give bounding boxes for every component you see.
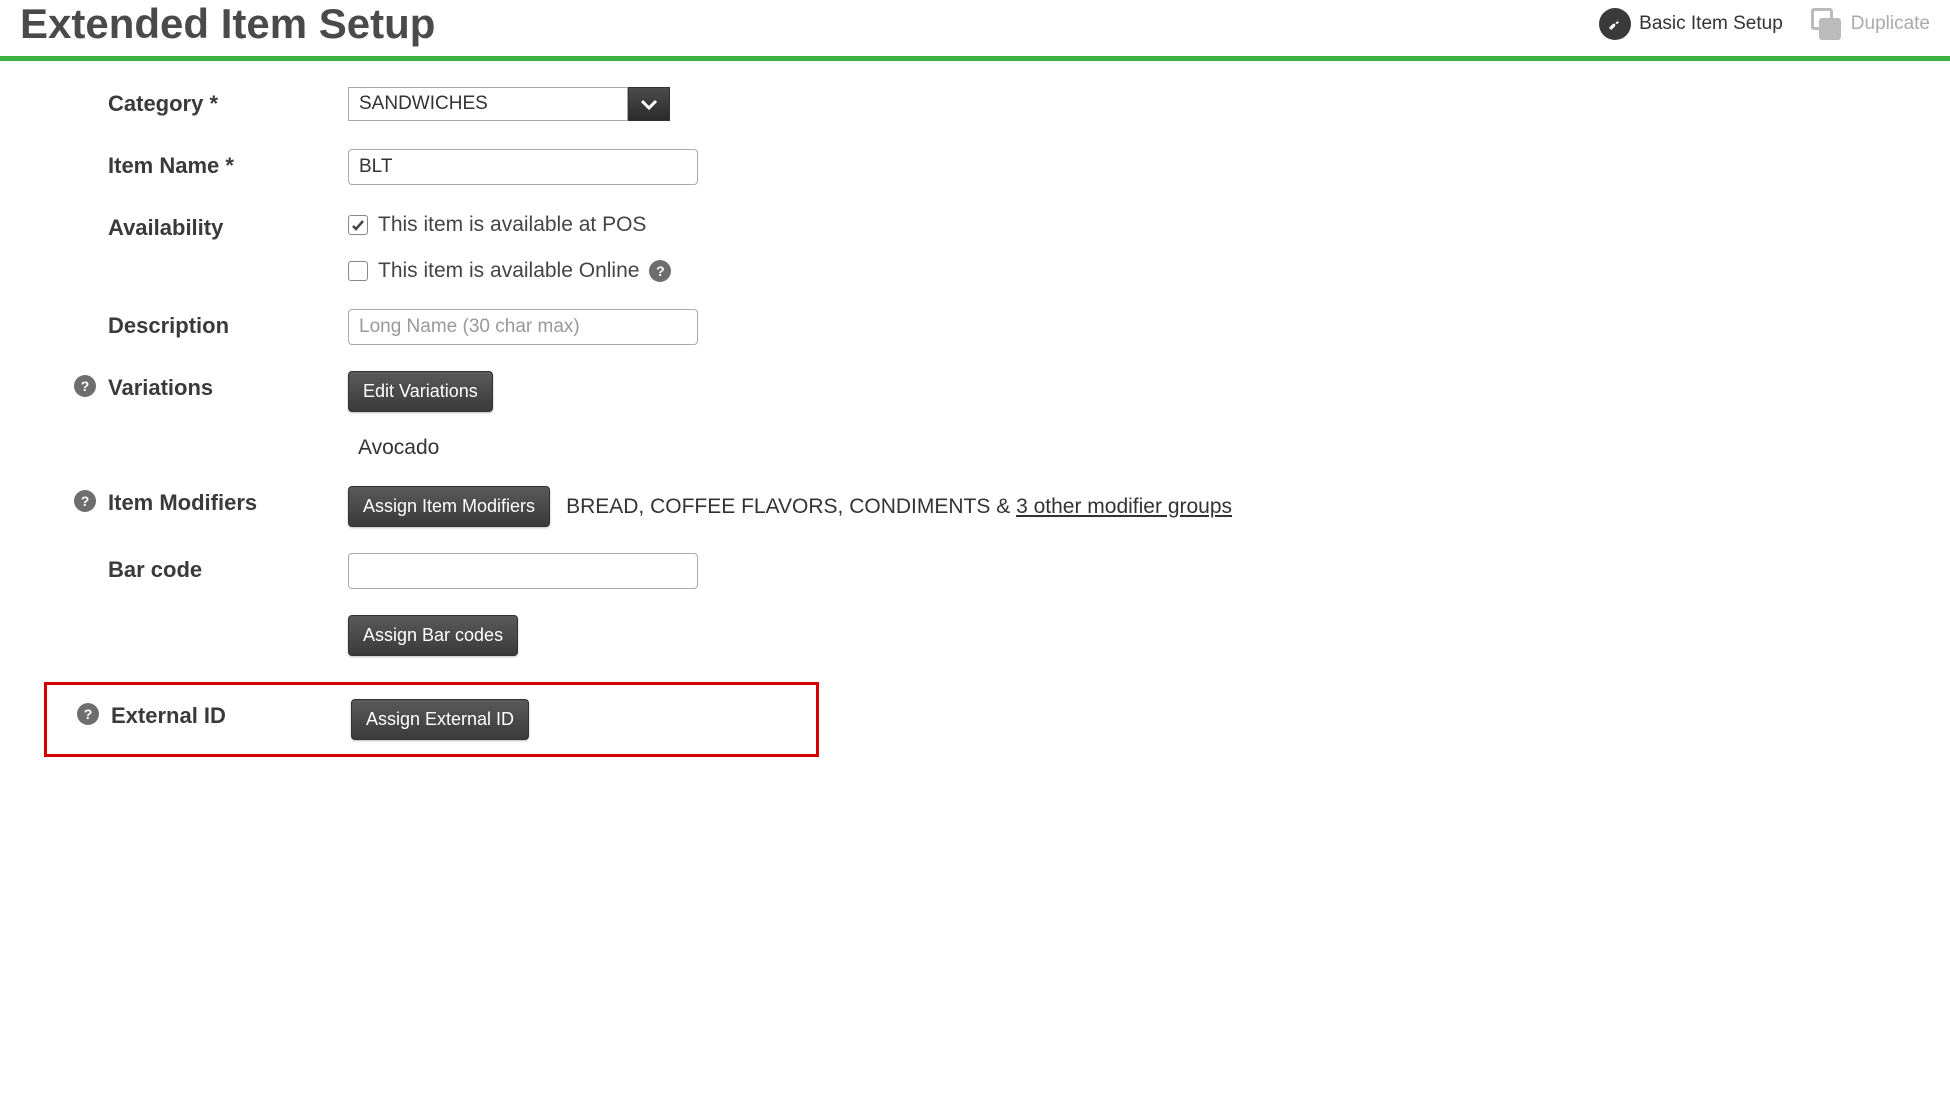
help-icon[interactable]: ? [77, 703, 99, 725]
availability-online-checkbox[interactable] [348, 261, 368, 281]
copy-icon [1811, 8, 1843, 40]
barcode-input[interactable] [348, 553, 698, 589]
item-name-input[interactable] [348, 149, 698, 185]
category-label: Category * [108, 87, 348, 117]
wrench-icon [1599, 8, 1631, 40]
basic-item-setup-label: Basic Item Setup [1639, 13, 1783, 35]
external-id-highlight: ? External ID Assign External ID [44, 682, 819, 757]
description-label: Description [108, 309, 348, 339]
help-icon[interactable]: ? [74, 490, 96, 512]
availability-pos-checkbox[interactable] [348, 215, 368, 235]
edit-variations-button[interactable]: Edit Variations [348, 371, 493, 412]
duplicate-label: Duplicate [1851, 13, 1930, 35]
assign-barcodes-button[interactable]: Assign Bar codes [348, 615, 518, 656]
duplicate-link[interactable]: Duplicate [1811, 8, 1930, 40]
variations-label: Variations [108, 371, 348, 401]
help-icon[interactable]: ? [649, 260, 671, 282]
help-icon[interactable]: ? [74, 375, 96, 397]
page-title: Extended Item Setup [20, 0, 435, 48]
assign-external-id-button[interactable]: Assign External ID [351, 699, 529, 740]
availability-online-text: This item is available Online [378, 259, 639, 283]
item-modifiers-label: Item Modifiers [108, 486, 348, 516]
modifiers-summary-prefix: BREAD, COFFEE FLAVORS, CONDIMENTS & [566, 495, 1016, 518]
modifiers-summary-link[interactable]: 3 other modifier groups [1016, 495, 1232, 518]
dropdown-arrow-icon[interactable] [628, 87, 670, 121]
barcode-label: Bar code [108, 553, 348, 583]
assign-item-modifiers-button[interactable]: Assign Item Modifiers [348, 486, 550, 527]
basic-item-setup-link[interactable]: Basic Item Setup [1599, 8, 1783, 40]
external-id-label: External ID [111, 699, 351, 729]
item-name-label: Item Name * [108, 149, 348, 179]
availability-label: Availability [108, 211, 348, 241]
description-input[interactable] [348, 309, 698, 345]
category-select[interactable]: SANDWICHES [348, 87, 1950, 121]
variation-item: Avocado [348, 436, 1950, 460]
category-value: SANDWICHES [348, 87, 628, 121]
availability-pos-text: This item is available at POS [378, 213, 646, 237]
